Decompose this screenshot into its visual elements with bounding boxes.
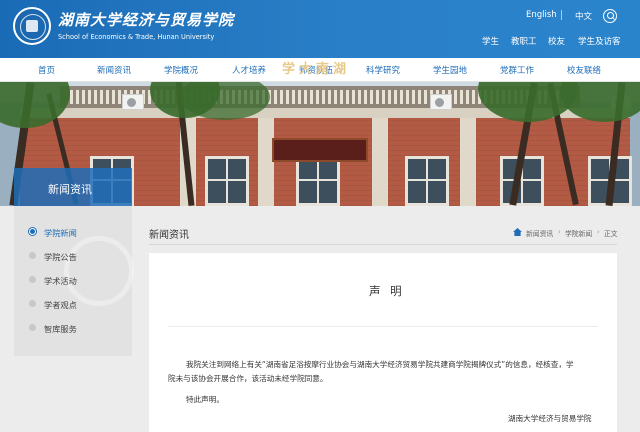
chinese-link[interactable]: 中文: [575, 10, 592, 22]
breadcrumb-college-news[interactable]: 学院新闻: [565, 228, 592, 238]
site-header: 湖南大学经济与贸易学院 School of Economics & Trade,…: [0, 0, 640, 58]
article-paragraph-line1: 我院关注到网络上有关“湖南省足浴按摩行业协会与湖南大学经济贸易学院共建商学院揭牌…: [186, 360, 574, 369]
sidebar-bullet-icon: [29, 276, 36, 283]
sidebar-item-scholar-views[interactable]: 学者观点: [44, 299, 77, 311]
university-logo-icon[interactable]: [13, 7, 51, 45]
article-divider: [168, 326, 598, 327]
nav-about[interactable]: 学院概况: [164, 64, 198, 76]
quick-link-students[interactable]: 学生: [482, 35, 499, 47]
sidebar-item-think-tank[interactable]: 智库服务: [44, 323, 77, 335]
english-link[interactable]: English: [526, 10, 557, 20]
article-title: 声 明: [369, 284, 405, 298]
article-closing: 特此声明。: [186, 395, 224, 404]
brand-name-cn[interactable]: 湖南大学经济与贸易学院: [58, 9, 234, 30]
page-title: 新闻资讯: [149, 230, 189, 241]
sidebar-item-college-news[interactable]: 学院新闻: [44, 227, 77, 239]
breadcrumb-separator-icon: ›: [558, 228, 561, 236]
sidebar-item-academic-events[interactable]: 学术活动: [44, 275, 77, 287]
breadcrumb-current: 正文: [604, 230, 618, 238]
article-card: [149, 253, 617, 432]
nav-alumni[interactable]: 校友联络: [567, 64, 601, 76]
nav-party-work[interactable]: 党群工作: [500, 64, 534, 76]
lang-divider: [561, 10, 562, 20]
nav-education[interactable]: 人才培养: [232, 64, 266, 76]
sidebar-watermark: [64, 236, 134, 306]
nav-home[interactable]: 首页: [38, 64, 55, 76]
quick-link-alumni[interactable]: 校友: [548, 35, 565, 47]
nav-news[interactable]: 新闻资讯: [97, 64, 131, 76]
home-icon[interactable]: [513, 228, 522, 236]
sidebar-bullet-icon: [29, 228, 36, 235]
building-plaque: [272, 138, 368, 162]
nav-student-life[interactable]: 学生园地: [433, 64, 467, 76]
nav-research[interactable]: 科学研究: [366, 64, 400, 76]
quick-link-visitors[interactable]: 学生及访客: [578, 35, 621, 47]
article-paragraph-line2: 院未与该协会开展合作，该活动未经学院同意。: [168, 374, 328, 383]
brand-name-en: School of Economics & Trade, Hunan Unive…: [58, 33, 215, 41]
sidebar-bullet-icon: [29, 252, 36, 259]
title-divider: [149, 244, 617, 245]
quick-link-staff[interactable]: 教职工: [511, 35, 537, 47]
breadcrumb-separator-icon: ›: [597, 228, 600, 236]
article-signature: 湖南大学经济与贸易学院: [508, 414, 592, 423]
sidebar-bullet-icon: [29, 300, 36, 307]
banner-title: 新闻资讯: [48, 183, 92, 196]
sidebar-bullet-icon: [29, 324, 36, 331]
search-icon[interactable]: [603, 9, 617, 23]
sidebar-item-announcements[interactable]: 学院公告: [44, 251, 77, 263]
plaque-text: 学大南湖: [282, 62, 351, 77]
breadcrumb-news[interactable]: 新闻资讯: [526, 228, 553, 238]
